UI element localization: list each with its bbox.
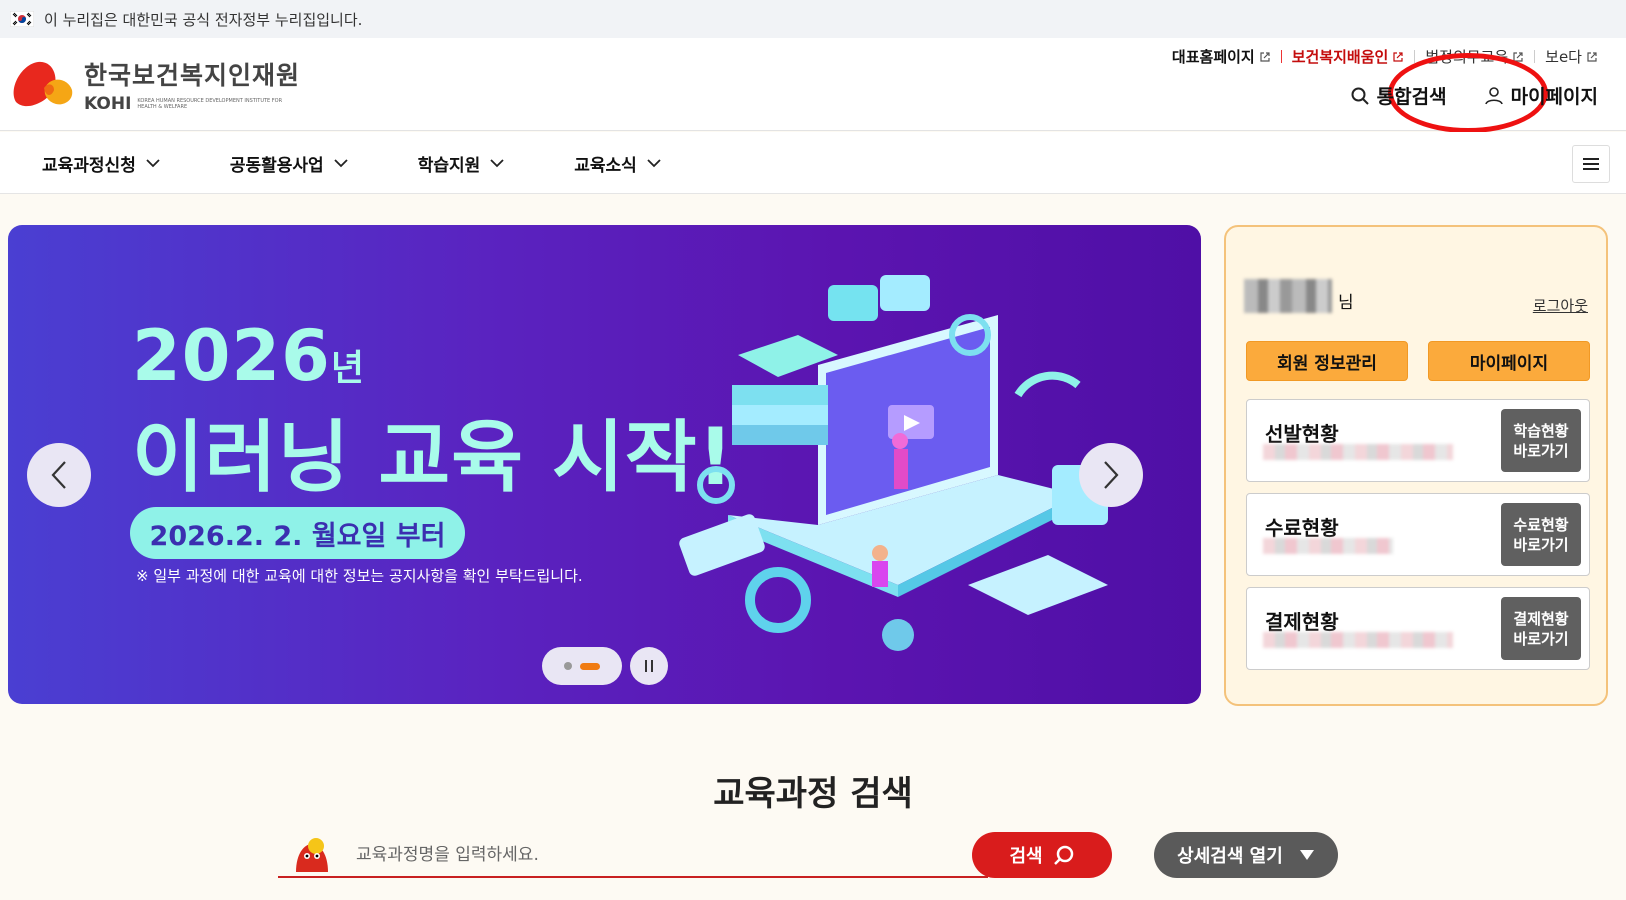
- learning-status-button[interactable]: 학습현황 바로가기: [1501, 409, 1581, 472]
- advanced-search-label: 상세검색 열기: [1177, 846, 1283, 867]
- top-links: 대표홈페이지 보건복지배움인 법정의무교육 보e다: [1162, 46, 1608, 67]
- hamburger-menu-button[interactable]: [1572, 145, 1610, 183]
- gov-banner: 이 누리집은 대한민국 공식 전자정부 누리집입니다.: [0, 0, 1626, 38]
- main-nav: 교육과정신청 공동활용사업 학습지원 교육소식: [0, 132, 1626, 194]
- completion-status-button[interactable]: 수료현황 바로가기: [1501, 503, 1581, 566]
- mypage-link[interactable]: 마이페이지: [1484, 82, 1598, 109]
- top-link-label: 보건복지배움인: [1291, 48, 1389, 66]
- top-link-label: 보e다: [1545, 48, 1582, 66]
- site-header: 한국보건복지인재원 KOHI KOREA HUMAN RESOURCE DEVE…: [0, 38, 1626, 133]
- pagination-dot-active[interactable]: [580, 662, 600, 670]
- pause-icon: [645, 660, 653, 672]
- card-blurred-info: [1263, 632, 1453, 648]
- payment-status-button[interactable]: 결제현황 바로가기: [1501, 597, 1581, 660]
- banner-prev-button[interactable]: [27, 443, 91, 507]
- top-link-main-homepage[interactable]: 대표홈페이지: [1162, 46, 1281, 67]
- banner-headline: 이러닝 교육 시작!: [132, 413, 735, 503]
- panel-mypage-button[interactable]: 마이페이지: [1428, 341, 1590, 381]
- member-info-button[interactable]: 회원 정보관리: [1246, 341, 1408, 381]
- course-search-input[interactable]: 교육과정명을 입력하세요.: [278, 828, 988, 878]
- nav-item-education-news[interactable]: 교육소식: [574, 151, 661, 176]
- korea-flag-icon: [10, 11, 34, 27]
- logo-korean-name: 한국보건복지인재원: [84, 61, 301, 90]
- caret-down-icon: [1299, 850, 1314, 860]
- nav-item-label: 교육과정신청: [42, 155, 136, 176]
- banner-date-pill: 2026.2. 2. 월요일 부터: [130, 507, 465, 559]
- nav-item-label: 학습지원: [417, 155, 481, 176]
- main-banner-slide[interactable]: 2026년 이러닝 교육 시작! 2026.2. 2. 월요일 부터 ※ 일부 …: [8, 225, 1201, 704]
- integrated-search-button[interactable]: 통합검색: [1351, 82, 1447, 109]
- menu-icon: [1583, 158, 1599, 170]
- course-search-title: 교육과정 검색: [713, 774, 913, 814]
- gov-banner-text: 이 누리집은 대한민국 공식 전자정부 누리집입니다.: [44, 10, 363, 29]
- nav-item-joint-project[interactable]: 공동활용사업: [230, 151, 348, 176]
- completion-status-card: 수료현황 수료현황 바로가기: [1246, 493, 1590, 576]
- nav-item-label: 교육소식: [574, 155, 637, 176]
- chevron-down-icon: [334, 159, 348, 168]
- user-panel: 님 로그아웃 회원 정보관리 마이페이지 선발현황 학습현황 바로가기 수료현황 …: [1224, 225, 1608, 706]
- mascot-icon: [296, 838, 328, 872]
- user-icon: [1484, 86, 1503, 104]
- chevron-down-icon: [647, 159, 661, 168]
- payment-status-card: 결제현황 결제현황 바로가기: [1246, 587, 1590, 670]
- integrated-search-label: 통합검색: [1376, 86, 1447, 108]
- chevron-right-icon: [1104, 461, 1119, 489]
- card-blurred-info: [1263, 444, 1453, 460]
- logo-english-name: KOHI: [84, 94, 132, 114]
- external-link-icon: [1260, 51, 1270, 62]
- kohi-logo-icon: [13, 61, 73, 107]
- banner-note: ※ 일부 과정에 대한 교육에 대한 정보는 공지사항을 확인 부탁드립니다.: [136, 567, 583, 585]
- utility-menu: 통합검색 마이페이지: [1351, 82, 1598, 109]
- card-title: 선발현황: [1265, 422, 1339, 446]
- chevron-down-icon: [490, 159, 504, 168]
- top-link-label: 대표홈페이지: [1171, 48, 1255, 66]
- logout-link[interactable]: 로그아웃: [1533, 295, 1588, 316]
- external-link-icon: [1587, 51, 1597, 62]
- advanced-search-toggle[interactable]: 상세검색 열기: [1154, 832, 1338, 878]
- top-link-boeda[interactable]: 보e다: [1535, 46, 1608, 67]
- top-link-baeumin[interactable]: 보건복지배움인: [1282, 46, 1415, 67]
- search-icon: [1351, 87, 1369, 105]
- search-placeholder: 교육과정명을 입력하세요.: [356, 844, 539, 865]
- mypage-label: 마이페이지: [1510, 86, 1598, 108]
- banner-pause-button[interactable]: [630, 647, 668, 685]
- selection-status-card: 선발현황 학습현황 바로가기: [1246, 399, 1590, 482]
- search-button-label: 검색: [1009, 846, 1043, 867]
- banner-next-button[interactable]: [1079, 443, 1143, 507]
- card-blurred-info: [1263, 538, 1393, 554]
- card-title: 수료현황: [1265, 516, 1339, 540]
- search-button[interactable]: 검색: [972, 832, 1112, 878]
- card-title: 결제현황: [1265, 610, 1339, 634]
- user-name-suffix: 님: [1338, 293, 1354, 313]
- pagination-dot[interactable]: [564, 662, 572, 670]
- chevron-down-icon: [146, 159, 160, 168]
- nav-item-learning-support[interactable]: 학습지원: [418, 151, 505, 176]
- site-logo[interactable]: 한국보건복지인재원 KOHI KOREA HUMAN RESOURCE DEVE…: [8, 56, 300, 114]
- user-name-blurred: [1244, 279, 1332, 313]
- search-icon: [1053, 845, 1073, 865]
- banner-year: 2026년: [132, 315, 365, 397]
- nav-item-label: 공동활용사업: [229, 155, 324, 176]
- chevron-left-icon: [51, 461, 66, 489]
- logo-subtitle: KOREA HUMAN RESOURCE DEVELOPMENT INSTITU…: [137, 98, 283, 110]
- external-link-icon: [1393, 51, 1403, 62]
- banner-pagination[interactable]: [542, 647, 622, 685]
- user-name: 님: [1244, 279, 1354, 313]
- nav-item-course-apply[interactable]: 교육과정신청: [42, 151, 160, 176]
